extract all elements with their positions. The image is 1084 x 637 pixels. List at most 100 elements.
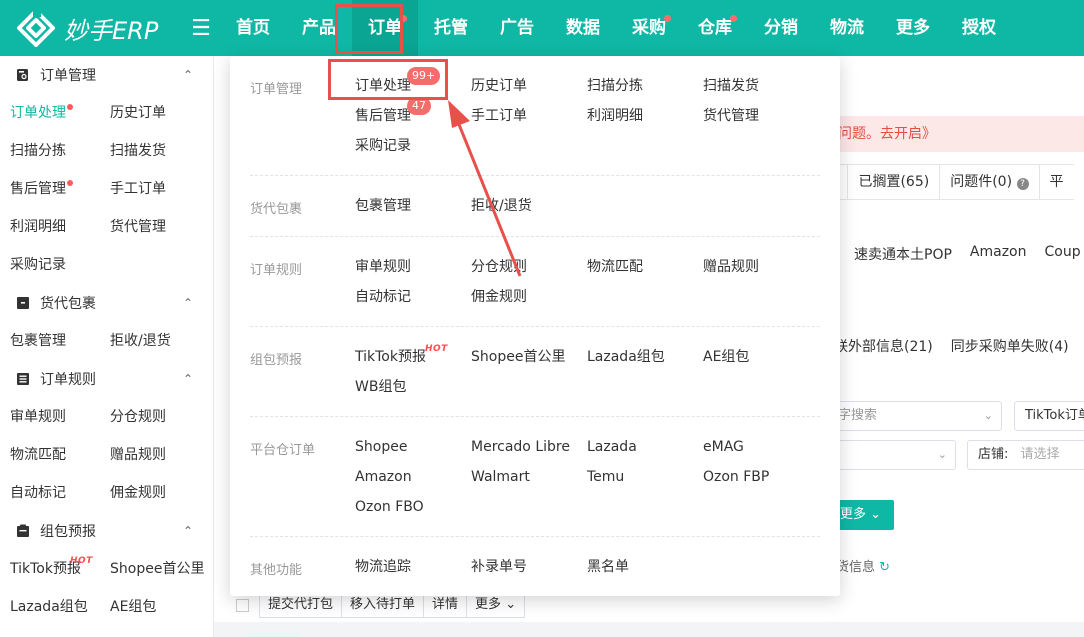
dropdown-link-auto-mark[interactable]: 自动标记 bbox=[355, 287, 471, 307]
sidebar-item-ae-bundle[interactable]: AE组包 bbox=[110, 588, 210, 626]
dropdown-link-ozon-fbo[interactable]: Ozon FBO bbox=[355, 497, 471, 517]
sidebar-group-forwarder-packages[interactable]: 货代包裹 ⌃ bbox=[0, 284, 213, 322]
sidebar-item-label: 自动标记 bbox=[10, 485, 66, 501]
status-link-external-info[interactable]: 联外部信息(21) bbox=[834, 336, 933, 356]
hamburger-icon[interactable]: ☰ bbox=[186, 16, 216, 41]
dropdown-link-warehouse-rules[interactable]: 分仓规则 bbox=[471, 257, 587, 277]
shop-select[interactable]: 店铺: 请选择 bbox=[967, 440, 1084, 470]
dropdown-link-blacklist[interactable]: 黑名单 bbox=[587, 557, 703, 577]
sidebar-item-after-sales[interactable]: 售后管理 bbox=[10, 170, 110, 208]
dropdown-link-profit-details[interactable]: 利润明细 bbox=[587, 106, 703, 126]
sidebar-item-profit-details[interactable]: 利润明细 bbox=[10, 208, 110, 246]
chevron-up-icon[interactable]: ⌃ bbox=[183, 296, 193, 310]
dropdown-link-shopee-first-mile[interactable]: Shopee首公里 bbox=[471, 347, 587, 367]
alert-banner: 等问题。去开启》 bbox=[824, 116, 1084, 152]
platform-coupang[interactable]: Coup bbox=[1045, 244, 1081, 264]
dropdown-link-supplement-tracking-no[interactable]: 补录单号 bbox=[471, 557, 587, 577]
tab-more[interactable]: 平 bbox=[1038, 165, 1074, 199]
keyword-search-select[interactable]: 建字搜索 ⌄ bbox=[814, 401, 1002, 431]
sidebar-item-lazada-bundle[interactable]: Lazada组包 bbox=[10, 588, 110, 626]
rule-list-icon bbox=[17, 373, 29, 385]
chevron-up-icon[interactable]: ⌃ bbox=[183, 68, 193, 82]
sidebar-item-tiktok-forecast[interactable]: TikTok预报 HOT bbox=[10, 550, 110, 588]
platform-amazon[interactable]: Amazon bbox=[970, 244, 1027, 264]
dropdown-link-reject-return[interactable]: 拒收/退货 bbox=[471, 196, 587, 216]
sidebar-item-label: 采购记录 bbox=[10, 257, 66, 273]
sidebar-item-shopee-first-mile[interactable]: Shopee首公里 bbox=[110, 550, 210, 588]
dropdown-link-ae-bundle[interactable]: AE组包 bbox=[703, 347, 819, 367]
dropdown-link-forwarder-management[interactable]: 货代管理 bbox=[703, 106, 819, 126]
logo-text: 妙手ERP bbox=[64, 16, 159, 45]
dropdown-link-tiktok-forecast[interactable]: TikTok预报 HOT bbox=[355, 344, 471, 367]
dropdown-link-logistics-matching[interactable]: 物流匹配 bbox=[587, 257, 703, 277]
sidebar-item-logistics-matching[interactable]: 物流匹配 bbox=[10, 436, 110, 474]
nav-hosting[interactable]: 托管 bbox=[418, 0, 484, 56]
tab-on-hold[interactable]: 已搁置(65) bbox=[847, 165, 939, 199]
alert-open-link[interactable]: 去开启》 bbox=[880, 126, 936, 142]
tiktok-order-select[interactable]: TikTok订单 bbox=[1014, 401, 1084, 431]
dropdown-link-history-orders[interactable]: 历史订单 bbox=[471, 76, 587, 96]
dropdown-category: 货代包裹 bbox=[250, 202, 303, 217]
sidebar-item-manual-orders[interactable]: 手工订单 bbox=[110, 170, 210, 208]
nav-data[interactable]: 数据 bbox=[550, 0, 616, 56]
sidebar-group-bundle-forecast[interactable]: 组包预报 ⌃ bbox=[0, 512, 213, 550]
sidebar-group-order-rules[interactable]: 订单规则 ⌃ bbox=[0, 360, 213, 398]
dropdown-link-scan-ship[interactable]: 扫描发货 bbox=[703, 76, 819, 96]
chevron-up-icon[interactable]: ⌃ bbox=[183, 524, 193, 538]
sidebar-item-label: 分仓规则 bbox=[110, 409, 166, 425]
app-logo[interactable]: 妙手ERP bbox=[0, 0, 186, 56]
sidebar-item-order-processing[interactable]: 订单处理 bbox=[10, 94, 110, 132]
refresh-icon[interactable]: ↻ bbox=[879, 560, 890, 575]
platform-aliexpress-pop[interactable]: 速卖通本土POP bbox=[854, 244, 952, 264]
sidebar-item-scan-sort[interactable]: 扫描分拣 bbox=[10, 132, 110, 170]
dropdown-link-purchase-records[interactable]: 采购记录 bbox=[355, 136, 471, 156]
dropdown-category: 其他功能 bbox=[250, 563, 303, 578]
dropdown-link-ozon-fbp[interactable]: Ozon FBP bbox=[703, 467, 819, 487]
sidebar-item-warehouse-rules[interactable]: 分仓规则 bbox=[110, 398, 210, 436]
sidebar-item-purchase-records[interactable]: 采购记录 bbox=[10, 246, 110, 284]
sidebar-item-auto-mark[interactable]: 自动标记 bbox=[10, 474, 110, 512]
sidebar-item-commission-rules[interactable]: 佣金规则 bbox=[110, 474, 210, 512]
nav-more[interactable]: 更多 bbox=[880, 0, 946, 56]
tab-problem[interactable]: 问题件(0) ? bbox=[939, 165, 1038, 199]
status-sync-purchase-failed[interactable]: 同步采购单失败(4) bbox=[951, 336, 1069, 356]
sidebar-item-label: 佣金规则 bbox=[110, 485, 166, 501]
nav-label: 产品 bbox=[302, 18, 336, 38]
link-label: 售后管理 bbox=[355, 108, 411, 124]
select-all-checkbox[interactable] bbox=[236, 598, 249, 612]
nav-home[interactable]: 首页 bbox=[220, 0, 286, 56]
nav-logistics[interactable]: 物流 bbox=[814, 0, 880, 56]
dropdown-link-emag[interactable]: eMAG bbox=[703, 437, 819, 457]
sidebar-item-review-rules[interactable]: 审单规则 bbox=[10, 398, 110, 436]
dropdown-link-wb-bundle[interactable]: WB组包 bbox=[355, 377, 471, 397]
sidebar-item-history-orders[interactable]: 历史订单 bbox=[110, 94, 210, 132]
nav-ads[interactable]: 广告 bbox=[484, 0, 550, 56]
dropdown-link-review-rules[interactable]: 审单规则 bbox=[355, 257, 471, 277]
nav-warehouse[interactable]: 仓库 bbox=[682, 0, 748, 56]
dropdown-link-gift-rules[interactable]: 赠品规则 bbox=[703, 257, 819, 277]
sidebar-group-order-management[interactable]: 订单管理 ⌃ bbox=[0, 56, 213, 94]
dropdown-link-lazada-bundle[interactable]: Lazada组包 bbox=[587, 347, 703, 367]
sidebar-item-reject-return[interactable]: 拒收/退货 bbox=[110, 322, 210, 360]
dropdown-link-walmart[interactable]: Walmart bbox=[471, 467, 587, 487]
dropdown-link-after-sales[interactable]: 售后管理 47 bbox=[355, 97, 471, 126]
dropdown-link-manual-orders[interactable]: 手工订单 bbox=[471, 106, 587, 126]
dropdown-link-lazada[interactable]: Lazada bbox=[587, 437, 703, 457]
dropdown-link-package-management[interactable]: 包裹管理 bbox=[355, 196, 471, 216]
dropdown-link-mercado-libre[interactable]: Mercado Libre bbox=[471, 437, 587, 457]
dropdown-link-logistics-tracking[interactable]: 物流追踪 bbox=[355, 557, 471, 577]
dropdown-link-shopee[interactable]: Shopee bbox=[355, 437, 471, 457]
nav-authorization[interactable]: 授权 bbox=[946, 0, 1012, 56]
sidebar-item-scan-ship[interactable]: 扫描发货 bbox=[110, 132, 210, 170]
nav-purchase[interactable]: 采购 bbox=[616, 0, 682, 56]
dropdown-link-amazon[interactable]: Amazon bbox=[355, 467, 471, 487]
sidebar-group-items: 包裹管理 拒收/退货 bbox=[0, 322, 213, 360]
sidebar-item-forwarder-management[interactable]: 货代管理 bbox=[110, 208, 210, 246]
nav-distribution[interactable]: 分销 bbox=[748, 0, 814, 56]
dropdown-link-temu[interactable]: Temu bbox=[587, 467, 703, 487]
dropdown-link-commission-rules[interactable]: 佣金规则 bbox=[471, 287, 587, 307]
chevron-up-icon[interactable]: ⌃ bbox=[183, 372, 193, 386]
sidebar-item-package-management[interactable]: 包裹管理 bbox=[10, 322, 110, 360]
dropdown-link-scan-sort[interactable]: 扫描分拣 bbox=[587, 76, 703, 96]
sidebar-item-gift-rules[interactable]: 赠品规则 bbox=[110, 436, 210, 474]
